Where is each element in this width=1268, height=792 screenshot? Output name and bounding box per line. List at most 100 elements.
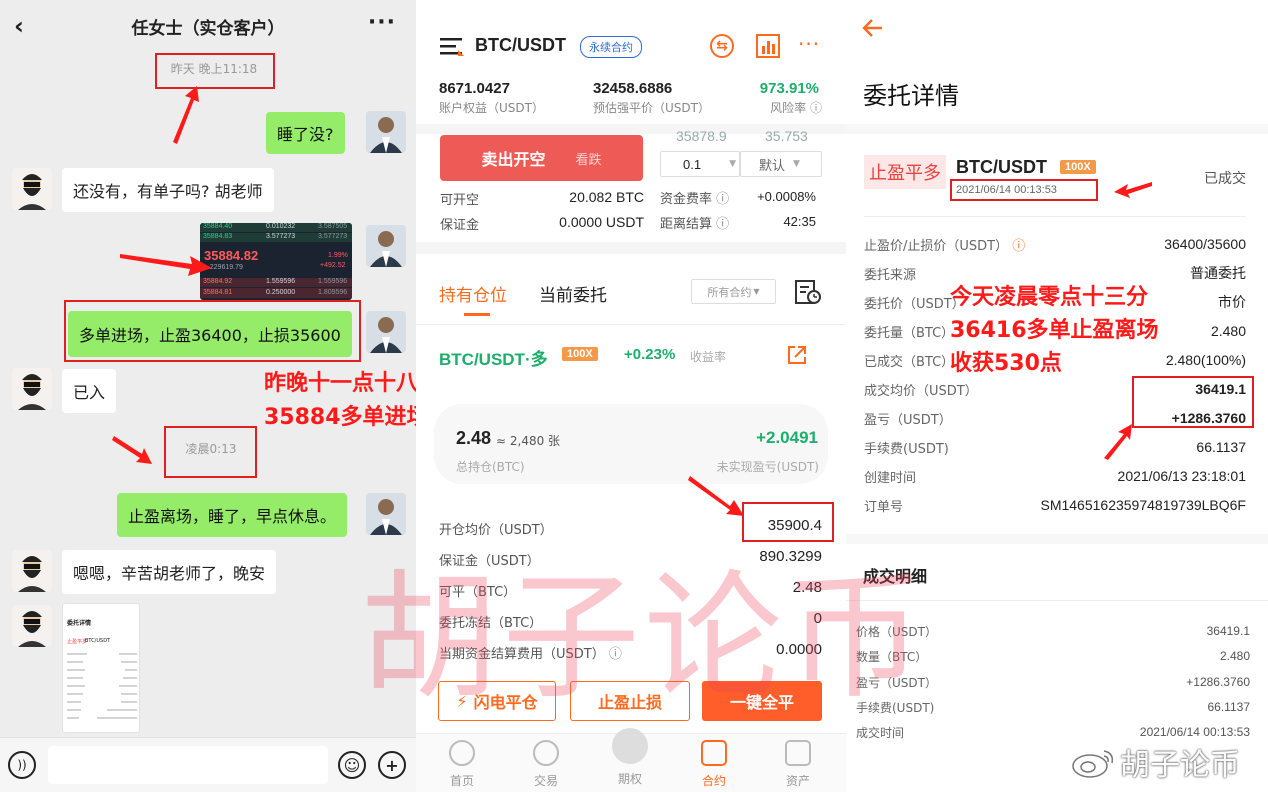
qty-select[interactable]: 0.1 ▼ <box>660 151 740 177</box>
tp-sl-button[interactable]: 止盈止损 <box>570 681 690 721</box>
detail-value: 市价 <box>1218 294 1246 310</box>
settlement-label-text: 距离结算 <box>660 217 713 232</box>
orderbook-peek-amount: 35.753 <box>765 128 808 144</box>
voice-icon[interactable]: )) <box>8 751 36 779</box>
chart-icon[interactable] <box>756 34 780 58</box>
can-short-value: 20.082 BTC <box>569 189 644 205</box>
nav-contract-label: 合约 <box>701 774 726 788</box>
teacher-avatar[interactable] <box>366 111 406 153</box>
chat-panel: ‹ 任女士（实仓客户） ··· 昨天 晚上11:18 睡了没? 还没有，有单子吗… <box>0 0 440 792</box>
more-icon[interactable]: ··· <box>368 10 396 35</box>
chat-header: ‹ 任女士（实仓客户） ··· <box>0 0 416 52</box>
detail-pair: BTC/USDT <box>956 157 1047 177</box>
thumb-cell: 35884.83 <box>203 233 233 240</box>
annotation-text: 今天凌晨零点十三分 <box>950 285 1149 310</box>
margin-value: 0.0000 USDT <box>559 214 644 230</box>
teacher-avatar[interactable] <box>366 225 406 267</box>
options-icon <box>612 728 648 764</box>
nav-contract[interactable]: 合约 <box>684 740 744 789</box>
detail-key: 已成交（BTC） <box>864 354 955 370</box>
divider <box>846 534 1268 544</box>
nav-trade[interactable]: 交易 <box>516 740 576 789</box>
info-icon[interactable]: ⓘ <box>609 647 622 662</box>
unrealized-pnl-label: 未实现盈亏(USDT) <box>716 460 819 474</box>
order-status: 已成交 <box>1204 171 1246 187</box>
detail-row: 止盈价/止损价（USDT） ⓘ 36400/35600 <box>864 234 1246 254</box>
unrealized-pnl: +2.0491 <box>756 428 818 447</box>
detail-key: 订单号 <box>864 499 904 515</box>
order-detail-screenshot-thumb[interactable]: 委托详情 止盈平多 BTC/USDT <box>62 603 140 733</box>
trade-icon <box>533 740 559 766</box>
contract-icon <box>701 740 727 766</box>
contract-type-badge: 永续合约 <box>580 36 642 58</box>
message-input[interactable] <box>48 746 328 784</box>
thumb-cell: 35884.92 <box>203 278 233 285</box>
weibo-watermark: 胡子论币 <box>1120 748 1240 783</box>
divider <box>416 242 846 254</box>
all-contracts-filter[interactable]: 所有合约 ▼ <box>691 279 776 304</box>
can-short-label: 可开空 <box>440 193 480 208</box>
fill-key: 盈亏（USDT） <box>856 675 937 690</box>
nav-options-label: 期权 <box>617 772 642 786</box>
client-avatar[interactable] <box>12 368 52 410</box>
info-icon[interactable]: ⓘ <box>716 217 729 232</box>
price-type-select[interactable]: 默认 ▼ <box>740 151 822 177</box>
plus-icon[interactable]: + <box>378 751 406 779</box>
client-avatar[interactable] <box>12 550 52 592</box>
menu-icon[interactable] <box>440 36 464 56</box>
nav-home[interactable]: 首页 <box>432 740 492 789</box>
detail-row: 委托来源 普通委托 <box>864 263 1246 283</box>
nav-assets-label: 资产 <box>785 774 810 788</box>
client-avatar[interactable] <box>12 605 52 647</box>
close-all-button[interactable]: 一键全平 <box>702 681 822 721</box>
info-icon[interactable]: ⓘ <box>810 101 822 115</box>
divider <box>846 600 1268 601</box>
account-equity-label: 账户权益（USDT） <box>439 101 544 115</box>
chat-title: 任女士（实仓客户） <box>131 18 285 39</box>
tpsl-label-text: 止盈价/止损价（USDT） <box>864 238 1009 254</box>
all-contracts-label: 所有合约 <box>707 285 752 299</box>
transfer-icon[interactable]: ⇆ <box>710 34 734 58</box>
leverage-badge: 100X <box>1060 160 1096 174</box>
orderbook-screenshot-thumb[interactable]: 35884.40 0.010232 3.587505 35884.83 3.57… <box>200 223 352 300</box>
teacher-avatar[interactable] <box>366 493 406 535</box>
tab-current-orders[interactable]: 当前委托 <box>539 281 607 306</box>
info-icon[interactable]: ⓘ <box>1012 239 1025 254</box>
fill-value: 36419.1 <box>1206 624 1250 638</box>
back-arrow-icon[interactable] <box>862 18 884 38</box>
emoji-icon[interactable]: ☺ <box>338 751 366 779</box>
sell-button-label: 卖出开空 <box>481 150 546 169</box>
thumb-cell: 1.559596 <box>266 278 296 285</box>
fill-value: 66.1137 <box>1207 700 1251 714</box>
fill-key: 手续费(USDT) <box>856 700 935 715</box>
fill-key: 成交时间 <box>856 725 905 740</box>
detail-row: 订单号 SM146516235974819739LBQ6F <box>864 495 1246 515</box>
order-frozen-value: 0 <box>813 610 822 627</box>
back-arrow-icon[interactable]: ‹ <box>14 12 24 40</box>
message-bubble: 睡了没? <box>266 112 345 154</box>
chevron-down-icon: ▼ <box>729 159 736 169</box>
order-history-icon[interactable] <box>794 279 822 305</box>
thumb-price: 35884.82 <box>204 248 259 263</box>
tab-positions[interactable]: 持有仓位 <box>439 281 507 306</box>
detail-key: 止盈价/止损价（USDT） ⓘ <box>864 235 1025 254</box>
sell-open-short-button[interactable]: 卖出开空 看跌 <box>440 135 643 181</box>
detail-value: 36400/35600 <box>1164 236 1246 252</box>
nav-options[interactable]: 期权 <box>600 728 660 787</box>
client-avatar[interactable] <box>12 168 52 210</box>
settlement-countdown: 42:35 <box>783 214 816 229</box>
funding-rate-label: 资金费率 ⓘ <box>660 188 729 207</box>
flash-close-button[interactable]: ⚡ 闪电平仓 <box>438 681 556 721</box>
nav-assets[interactable]: 资产 <box>768 740 828 789</box>
settlement-label: 距离结算 ⓘ <box>660 213 729 232</box>
annotation-text: 35884多单进场 <box>264 405 429 430</box>
thumb-lines <box>67 653 137 719</box>
info-icon[interactable]: ⓘ <box>716 192 729 207</box>
risk-rate-label-text: 风险率 <box>770 101 807 115</box>
teacher-avatar[interactable] <box>366 311 406 353</box>
red-arrow-icon <box>112 436 152 464</box>
more-icon[interactable]: ··· <box>798 32 820 56</box>
pair-title[interactable]: BTC/USDT <box>475 35 566 56</box>
leverage-badge: 100X <box>562 347 598 361</box>
share-icon[interactable] <box>786 344 808 366</box>
